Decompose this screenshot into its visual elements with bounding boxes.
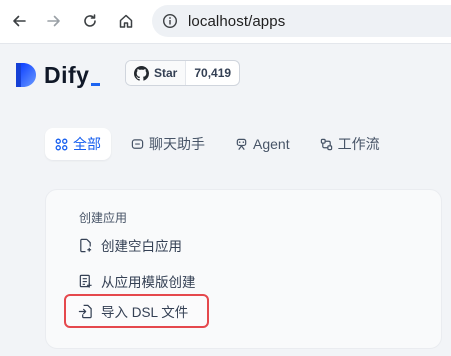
tab-all[interactable]: 全部	[45, 128, 111, 160]
app-type-tabs: 全部 聊天助手 Agent 工作流	[45, 128, 400, 160]
create-blank-app-label: 创建空白应用	[101, 239, 182, 254]
dify-logo[interactable]: Dify	[14, 60, 101, 90]
forward-button[interactable]	[41, 8, 67, 34]
create-blank-app-button[interactable]: 创建空白应用	[64, 228, 209, 262]
github-star-label: Star	[154, 66, 178, 80]
logo-cursor	[91, 82, 101, 86]
tab-workflow-label: 工作流	[337, 136, 380, 152]
github-star-button[interactable]: Star	[126, 61, 187, 85]
tab-agent-label: Agent	[253, 136, 290, 152]
create-from-template-button[interactable]: 从应用模版创建	[64, 264, 209, 298]
github-star-count-text: 70,419	[194, 66, 232, 80]
browser-toolbar: localhost/apps	[0, 0, 451, 44]
workflow-icon	[320, 138, 332, 150]
grid-icon	[55, 138, 68, 150]
arrow-right-icon	[47, 15, 60, 27]
chat-icon	[131, 138, 144, 149]
tab-chat-assistant-label: 聊天助手	[149, 136, 205, 152]
tab-agent[interactable]: Agent	[225, 128, 300, 160]
logo-text: Dify	[44, 61, 90, 88]
github-star-count[interactable]: 70,419	[186, 61, 239, 85]
github-star-badge[interactable]: Star 70,419	[125, 60, 241, 86]
reload-icon	[84, 14, 96, 27]
new-file-icon	[80, 238, 92, 252]
create-app-title: 创建应用	[79, 211, 128, 225]
import-dsl-file-button[interactable]: 导入 DSL 文件	[64, 294, 209, 328]
agent-icon	[236, 138, 247, 150]
template-icon	[79, 274, 92, 288]
info-icon[interactable]	[162, 13, 178, 29]
github-icon	[134, 65, 149, 81]
create-app-card: 创建应用 创建空白应用 从应用模版创建 导入 DSL 文件	[45, 189, 442, 349]
create-from-template-label: 从应用模版创建	[101, 275, 196, 290]
import-dsl-file-label: 导入 DSL 文件	[101, 305, 189, 320]
app-header: Dify Star 70,419	[0, 44, 451, 104]
import-file-icon	[78, 304, 92, 318]
dify-logo-icon	[16, 63, 36, 87]
home-icon	[119, 14, 133, 28]
back-button[interactable]	[6, 8, 32, 34]
tab-workflow[interactable]: 工作流	[310, 128, 390, 160]
tab-all-label: 全部	[73, 136, 101, 152]
arrow-left-icon	[13, 15, 26, 27]
reload-button[interactable]	[77, 8, 103, 34]
home-button[interactable]	[113, 8, 139, 34]
address-bar[interactable]: localhost/apps	[152, 5, 451, 37]
tab-chat-assistant[interactable]: 聊天助手	[121, 128, 215, 160]
url-text: localhost/apps	[188, 12, 286, 30]
